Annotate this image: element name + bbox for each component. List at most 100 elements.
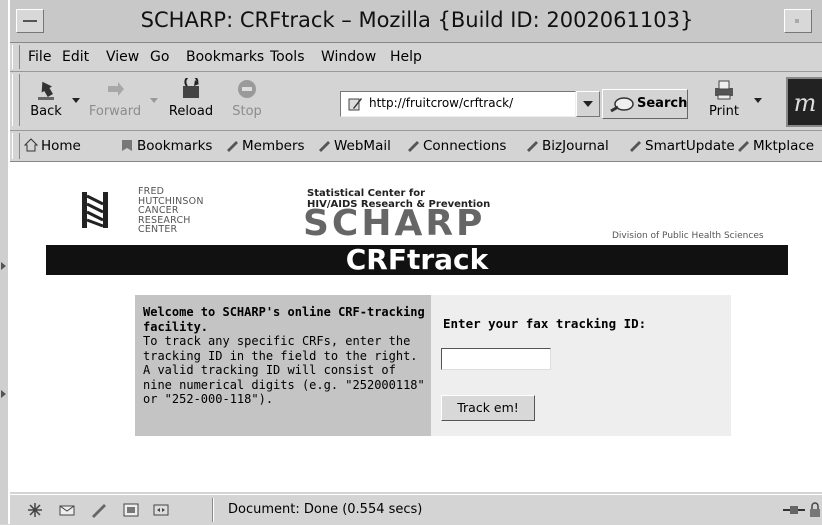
navigator-icon[interactable]: [26, 502, 44, 518]
search-label: Search: [637, 96, 688, 111]
address-book-icon[interactable]: [122, 502, 140, 518]
crftrack-banner: CRFtrack: [46, 245, 788, 275]
composer-icon[interactable]: [90, 502, 108, 518]
home-label: Home: [41, 138, 81, 154]
search-button[interactable]: Search: [602, 89, 688, 119]
division-label: Division of Public Health Sciences: [612, 231, 764, 241]
menu-go[interactable]: Go: [150, 49, 169, 65]
window-title: SCHARP: CRFtrack – Mozilla {Build ID: 20…: [140, 8, 694, 32]
reload-label: Reload: [168, 104, 214, 119]
tracking-id-field[interactable]: [441, 348, 551, 370]
url-input[interactable]: [367, 95, 571, 111]
title-bar[interactable]: SCHARP: CRFtrack – Mozilla {Build ID: 20…: [10, 0, 822, 43]
menu-window[interactable]: Window: [321, 49, 376, 65]
stop-icon: [238, 80, 256, 98]
print-label: Print: [709, 104, 739, 119]
bookmarks-icon: [122, 140, 132, 151]
smartupdate-label: SmartUpdate: [645, 138, 735, 154]
mozilla-logo-icon: m: [794, 89, 817, 117]
menu-help[interactable]: Help: [390, 49, 422, 65]
tracking-id-prompt: Enter your fax tracking ID:: [443, 316, 647, 331]
left-edge-arrow-icon: [1, 262, 6, 270]
back-label: Back: [30, 104, 62, 119]
print-button[interactable]: Print: [704, 76, 744, 126]
personal-item-webmail[interactable]: WebMail: [317, 138, 391, 154]
personal-item-members[interactable]: Members: [225, 138, 305, 154]
mozilla-throbber[interactable]: m: [786, 77, 822, 127]
welcome-heading: Welcome to SCHARP's online CRF-tracking …: [143, 305, 425, 334]
menubar-grip[interactable]: [12, 45, 20, 69]
home-icon: [24, 138, 38, 152]
menu-bookmarks[interactable]: Bookmarks: [186, 49, 264, 65]
menu-file[interactable]: File: [28, 49, 51, 65]
back-arrow-icon: [38, 81, 54, 100]
forward-arrow-icon: [108, 82, 124, 96]
personal-item-connections[interactable]: Connections: [406, 138, 506, 154]
online-status-icon[interactable]: [782, 502, 806, 518]
link-icon: [227, 141, 238, 152]
personal-item-home[interactable]: Home: [24, 138, 81, 154]
forward-button[interactable]: Forward: [84, 76, 146, 126]
mktplace-label: Mktplace: [753, 138, 815, 154]
reload-icon: [183, 78, 199, 98]
menu-edit[interactable]: Edit: [62, 49, 89, 65]
personal-toolbar-grip[interactable]: [12, 133, 20, 159]
back-button[interactable]: Back: [24, 76, 68, 126]
url-bar[interactable]: [340, 91, 576, 117]
fhcrc-wordmark: FRED HUTCHINSON CANCER RESEARCH CENTER: [138, 187, 204, 235]
banner-title: CRFtrack: [345, 243, 489, 276]
menu-tools[interactable]: Tools: [270, 49, 305, 65]
forward-dropdown-icon[interactable]: [150, 98, 158, 103]
bizjournal-label: BizJournal: [542, 138, 609, 154]
search-magnifier-icon: [610, 97, 634, 113]
link-icon: [408, 141, 419, 152]
svg-text:m: m: [794, 89, 817, 117]
printer-icon: [715, 80, 733, 100]
navigation-toolbar: Back Forward Reload Stop http://fruitcro…: [10, 72, 822, 131]
status-bar: Document: Done (0.554 secs): [10, 494, 822, 525]
navbar-grip[interactable]: [12, 74, 20, 126]
personal-item-bizjournal[interactable]: BizJournal: [525, 138, 609, 154]
personal-toolbar: Home Bookmarks Members WebMail Connectio…: [10, 131, 822, 162]
forward-label: Forward: [88, 104, 142, 119]
link-icon: [738, 141, 749, 152]
print-dropdown-icon[interactable]: [754, 98, 762, 103]
minimize-button[interactable]: [784, 9, 812, 33]
menu-view[interactable]: View: [106, 49, 139, 65]
scharp-subtitle-line: Statistical Center for: [307, 188, 426, 199]
personal-item-smartupdate[interactable]: SmartUpdate: [628, 138, 735, 154]
chevron-down-icon: [583, 101, 593, 107]
link-icon: [319, 141, 330, 152]
personal-item-mktplace[interactable]: Mktplace: [736, 138, 814, 154]
connections-label: Connections: [423, 138, 507, 154]
tracking-form-panel: Enter your fax tracking ID: Track em!: [431, 295, 731, 436]
status-separator: [212, 498, 214, 522]
minimize-icon: [795, 19, 799, 23]
stop-button[interactable]: Stop: [226, 76, 268, 126]
fhcrc-helix-logo: [82, 192, 108, 228]
scharp-logo: SCHARP: [303, 203, 486, 244]
welcome-text: To track any specific CRFs, enter the tr…: [143, 334, 425, 406]
bookmarks-label: Bookmarks: [137, 138, 213, 154]
stop-label: Stop: [232, 104, 262, 119]
back-dropdown-icon[interactable]: [72, 98, 80, 103]
fhcrc-line: CENTER: [138, 224, 178, 235]
reload-button[interactable]: Reload: [162, 76, 220, 126]
track-button[interactable]: Track em!: [441, 395, 535, 421]
members-label: Members: [242, 138, 305, 154]
browser-window: SCHARP: CRFtrack – Mozilla {Build ID: 20…: [8, 0, 822, 525]
personal-item-bookmarks[interactable]: Bookmarks: [120, 138, 212, 154]
mail-icon[interactable]: [58, 502, 76, 518]
left-edge-arrow-icon: [1, 390, 6, 398]
irc-chat-icon[interactable]: [152, 502, 170, 518]
page-proxy-icon: [348, 98, 362, 111]
menu-bar: File Edit View Go Bookmarks Tools Window…: [10, 43, 822, 72]
link-icon: [630, 141, 641, 152]
url-dropdown-button[interactable]: [576, 91, 600, 117]
link-icon: [527, 141, 538, 152]
security-lock-icon[interactable]: [808, 502, 822, 518]
welcome-panel: Welcome to SCHARP's online CRF-tracking …: [135, 295, 431, 436]
status-text: Document: Done (0.554 secs): [228, 502, 423, 517]
tracking-id-input[interactable]: [442, 351, 550, 369]
page-content: FRED HUTCHINSON CANCER RESEARCH CENTER S…: [10, 162, 822, 492]
